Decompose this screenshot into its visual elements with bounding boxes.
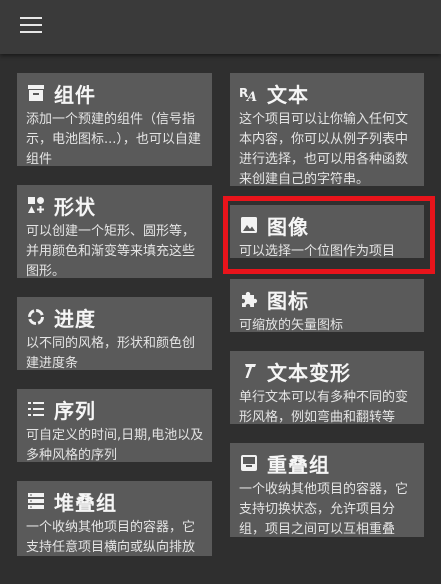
stack-icon — [26, 491, 46, 511]
shape-icon — [26, 195, 46, 215]
card-title: 形状 — [54, 194, 96, 219]
card-description: 一个收纳其他项目的容器，它支持任意项目横向或纵向排放 — [26, 520, 196, 555]
text-transform-icon — [239, 361, 259, 381]
card-overlap[interactable]: 重叠组 一个收纳其他项目的容器，它支持切换状态，允许项目分组，项目之间可以互相重… — [230, 443, 424, 537]
card-title: 堆叠组 — [54, 490, 117, 515]
card-title: 文本 — [267, 82, 309, 107]
card-title: 进度 — [54, 306, 96, 331]
series-icon — [26, 399, 46, 419]
overlap-icon — [239, 453, 259, 473]
card-text[interactable]: RA 文本 这个项目可以让你输入任何文本内容，你可以从例子列表中进行选择，也可以… — [230, 73, 424, 187]
card-title: 图标 — [267, 288, 309, 313]
progress-icon — [26, 307, 46, 327]
card-title: 序列 — [54, 398, 96, 423]
card-icon[interactable]: 图标 可缩放的矢量图标 — [230, 279, 424, 333]
svg-text:A: A — [245, 90, 257, 102]
card-stack[interactable]: 堆叠组 一个收纳其他项目的容器，它支持任意项目横向或纵向排放 — [17, 481, 212, 556]
card-description: 可自定义的时间,日期,电池以及多种风格的序列 — [26, 428, 204, 463]
card-shape[interactable]: 形状 可以创建一个矩形、圆形等，并用颜色和渐变等来填充这些图形。 — [17, 185, 212, 279]
card-description: 可缩放的矢量图标 — [239, 318, 344, 333]
card-component[interactable]: 组件 添加一个预建的组件（信号指示，电池图标...），也可以自建组件 — [17, 73, 212, 167]
card-series[interactable]: 序列 可自定义的时间,日期,电池以及多种风格的序列 — [17, 389, 212, 463]
menu-icon[interactable] — [20, 17, 42, 35]
selection-highlight — [223, 196, 435, 274]
card-title: 文本变形 — [267, 360, 351, 385]
card-description: 可以创建一个矩形、圆形等，并用颜色和渐变等来填充这些图形。 — [26, 224, 196, 279]
card-text-transform[interactable]: 文本变形 单行文本可以有多种不同的变形风格，例如弯曲和翻转等 — [230, 351, 424, 425]
component-icon — [26, 83, 46, 103]
card-description: 添加一个预建的组件（信号指示，电池图标...），也可以自建组件 — [26, 112, 201, 167]
card-title: 组件 — [54, 82, 96, 107]
top-app-bar — [0, 0, 441, 54]
card-description: 这个项目可以让你输入任何文本内容，你可以从例子列表中进行选择，也可以用各种函数来… — [239, 112, 409, 187]
card-title: 重叠组 — [267, 452, 330, 477]
card-description: 以不同的风格，形状和颜色创建进度条 — [26, 336, 196, 371]
card-description: 单行文本可以有多种不同的变形风格，例如弯曲和翻转等 — [239, 390, 409, 425]
card-description: 一个收纳其他项目的容器，它支持切换状态，允许项目分组，项目之间可以互相重叠 — [239, 482, 409, 537]
card-progress[interactable]: 进度 以不同的风格，形状和颜色创建进度条 — [17, 297, 212, 371]
text-icon: RA — [239, 83, 259, 103]
puzzle-icon — [239, 289, 259, 309]
